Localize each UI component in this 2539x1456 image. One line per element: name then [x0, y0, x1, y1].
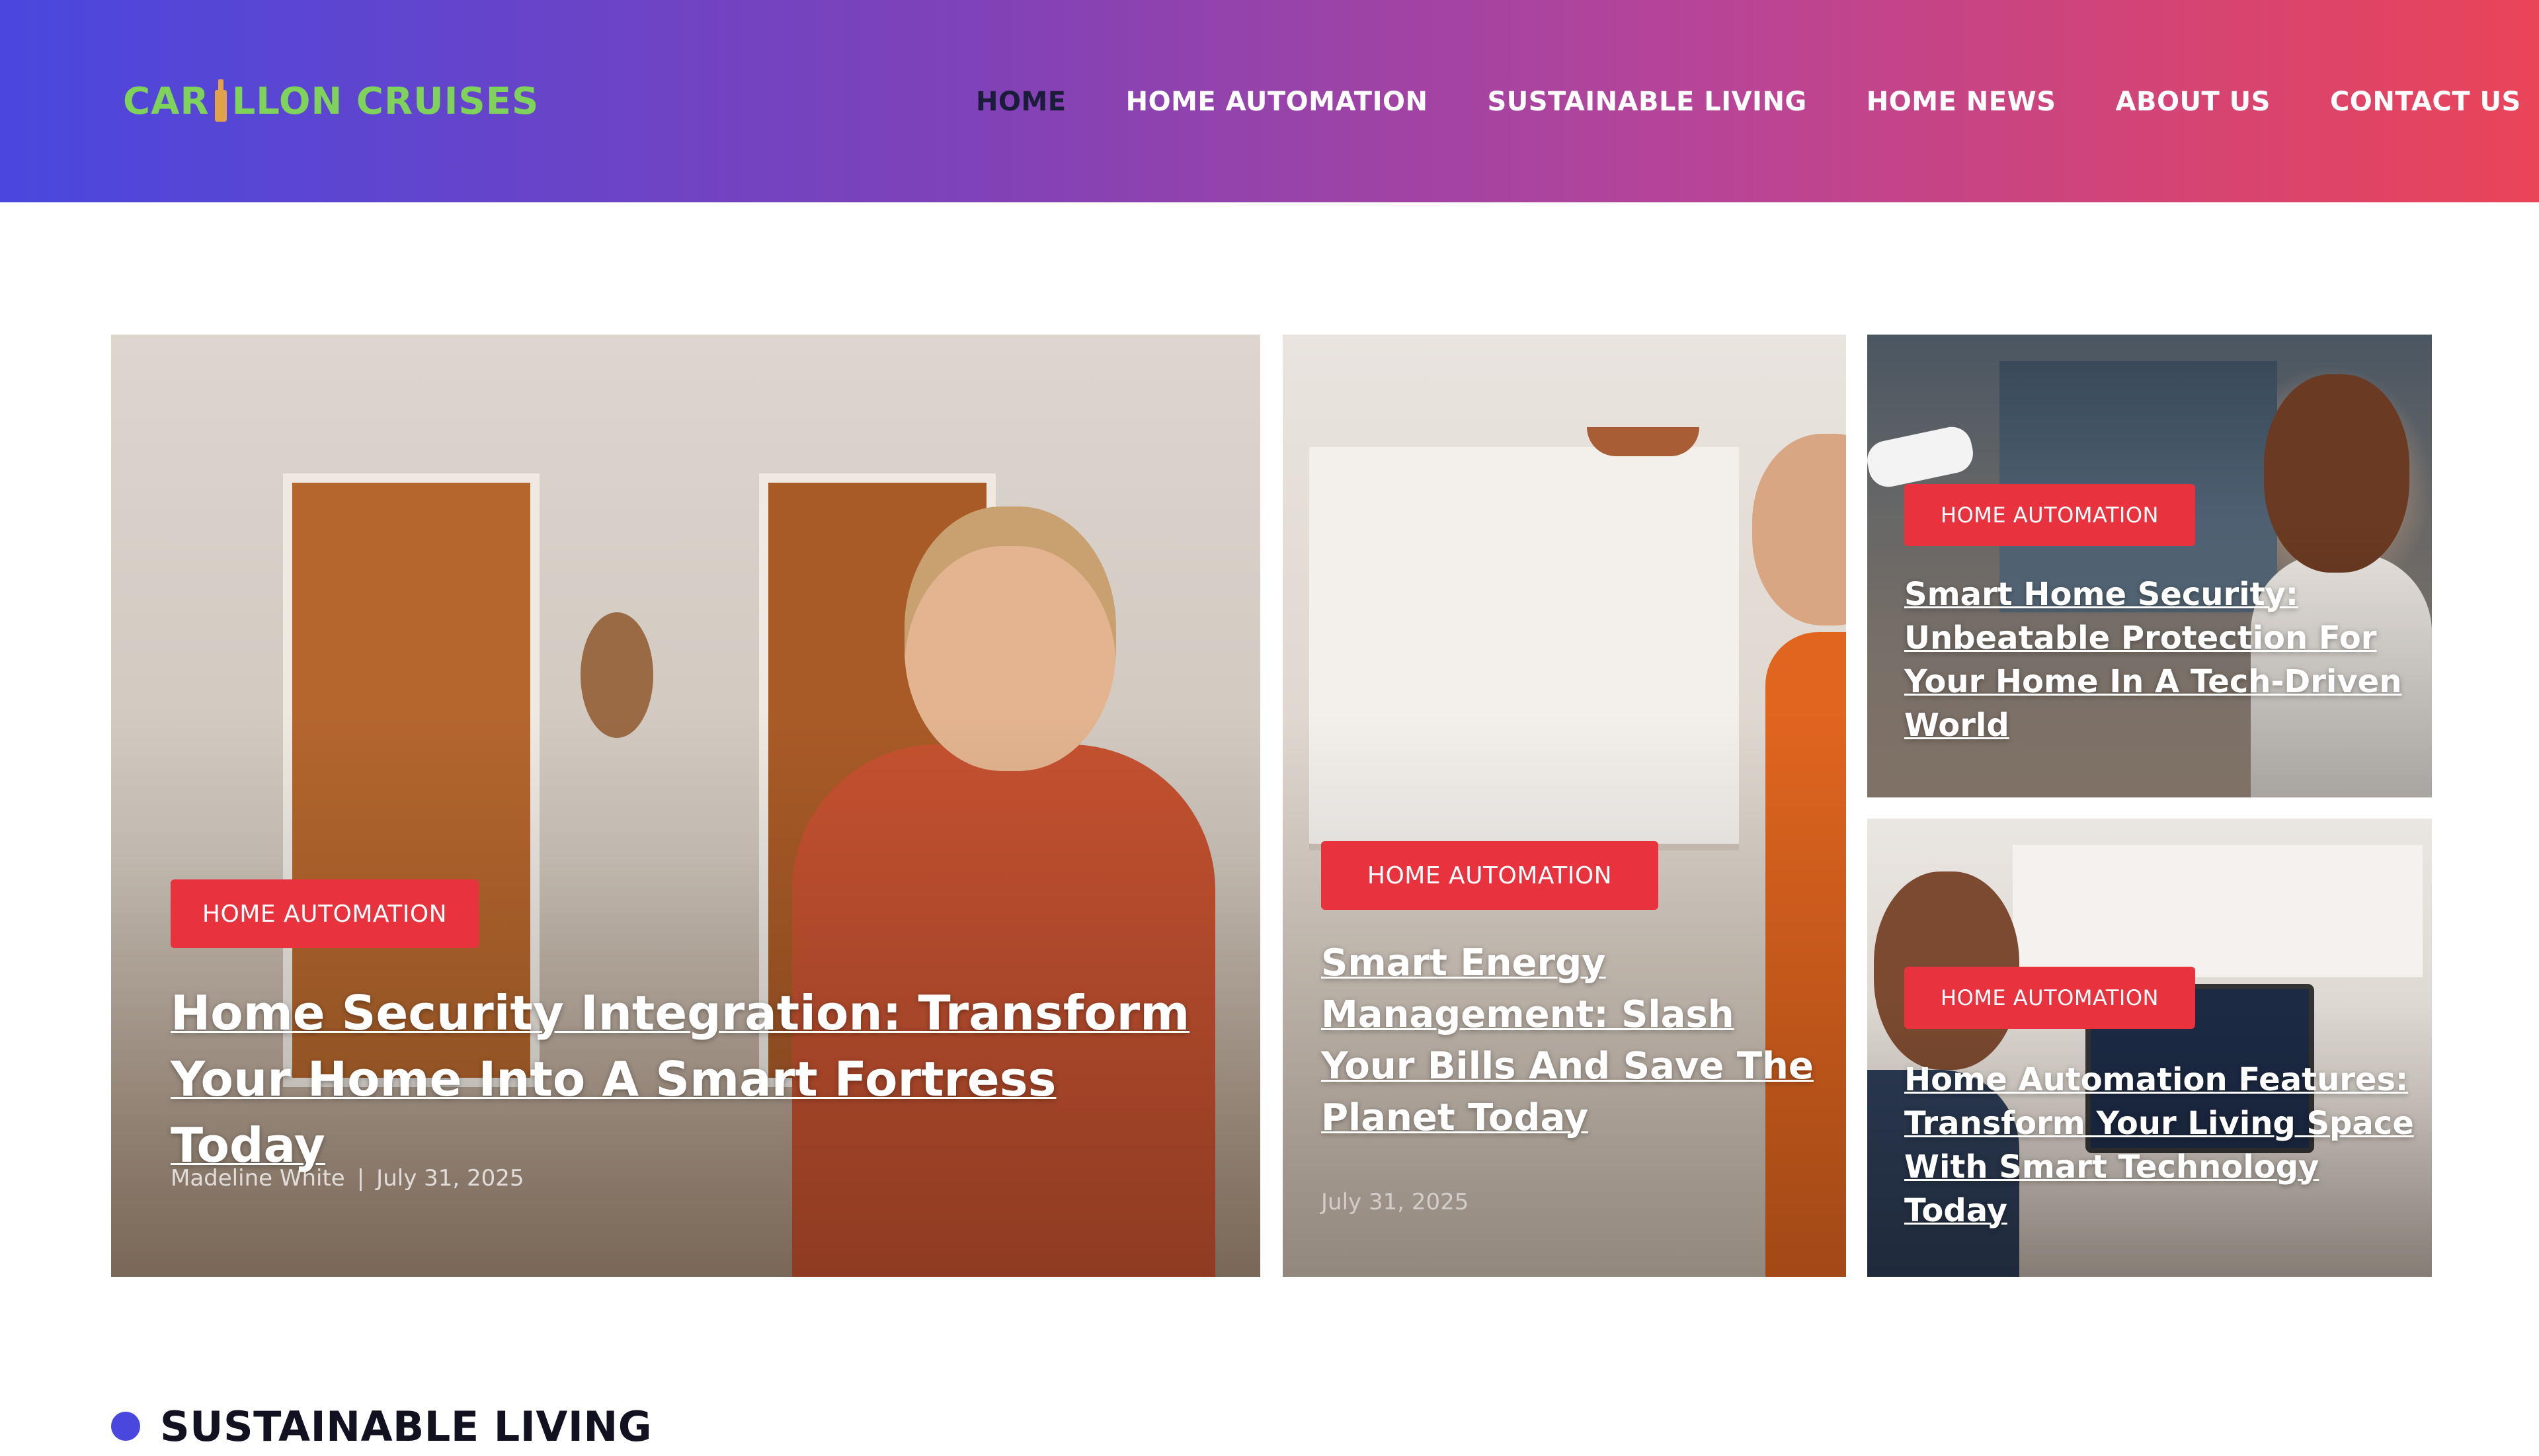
post-date: July 31, 2025 [1321, 1189, 1469, 1215]
category-badge[interactable]: HOME AUTOMATION [171, 879, 479, 948]
nav-item-sustainable-living[interactable]: SUSTAINABLE LIVING [1487, 87, 1806, 117]
bottle-icon [211, 78, 231, 123]
post-title[interactable]: Smart Energy Management: Slash Your Bill… [1321, 938, 1824, 1144]
featured-post-2[interactable]: HOME AUTOMATION Smart Energy Management:… [1283, 335, 1846, 1277]
category-badge[interactable]: HOME AUTOMATION [1321, 841, 1658, 910]
section-title[interactable]: SUSTAINABLE LIVING [160, 1402, 652, 1451]
section-header: SUSTAINABLE LIVING [111, 1396, 652, 1456]
nav-item-home-automation[interactable]: HOME AUTOMATION [1126, 87, 1428, 117]
category-badge[interactable]: HOME AUTOMATION [1904, 484, 2195, 546]
site-header: CAR LLON CRUISES HOME HOME AUTOMATION SUS… [0, 0, 2539, 202]
site-logo[interactable]: CAR LLON CRUISES [123, 78, 539, 125]
post-title[interactable]: Home Security Integration: Transform You… [171, 980, 1202, 1178]
nav-item-home-news[interactable]: HOME NEWS [1867, 87, 2056, 117]
category-badge[interactable]: HOME AUTOMATION [1904, 967, 2195, 1029]
main-nav: HOME HOME AUTOMATION SUSTAINABLE LIVING … [976, 82, 2521, 122]
post-title[interactable]: Home Automation Features: Transform Your… [1904, 1058, 2420, 1233]
logo-text-start: CAR [123, 80, 210, 123]
logo-text-end: LLON CRUISES [231, 80, 540, 123]
post-author[interactable]: Madeline White [171, 1165, 345, 1192]
featured-post-3[interactable]: HOME AUTOMATION Smart Home Security: Unb… [1867, 335, 2432, 797]
featured-post-main[interactable]: HOME AUTOMATION Home Security Integratio… [111, 335, 1260, 1277]
post-title[interactable]: Smart Home Security: Unbeatable Protecti… [1904, 573, 2407, 747]
dot-icon [111, 1412, 140, 1441]
nav-item-contact-us[interactable]: CONTACT US [2330, 87, 2521, 117]
post-meta: Madeline White | July 31, 2025 [171, 1165, 524, 1192]
featured-post-4[interactable]: HOME AUTOMATION Home Automation Features… [1867, 819, 2432, 1277]
post-date: July 31, 2025 [376, 1165, 524, 1192]
nav-item-about-us[interactable]: ABOUT US [2116, 87, 2271, 117]
nav-item-home[interactable]: HOME [976, 87, 1067, 117]
meta-separator: | [356, 1165, 365, 1192]
